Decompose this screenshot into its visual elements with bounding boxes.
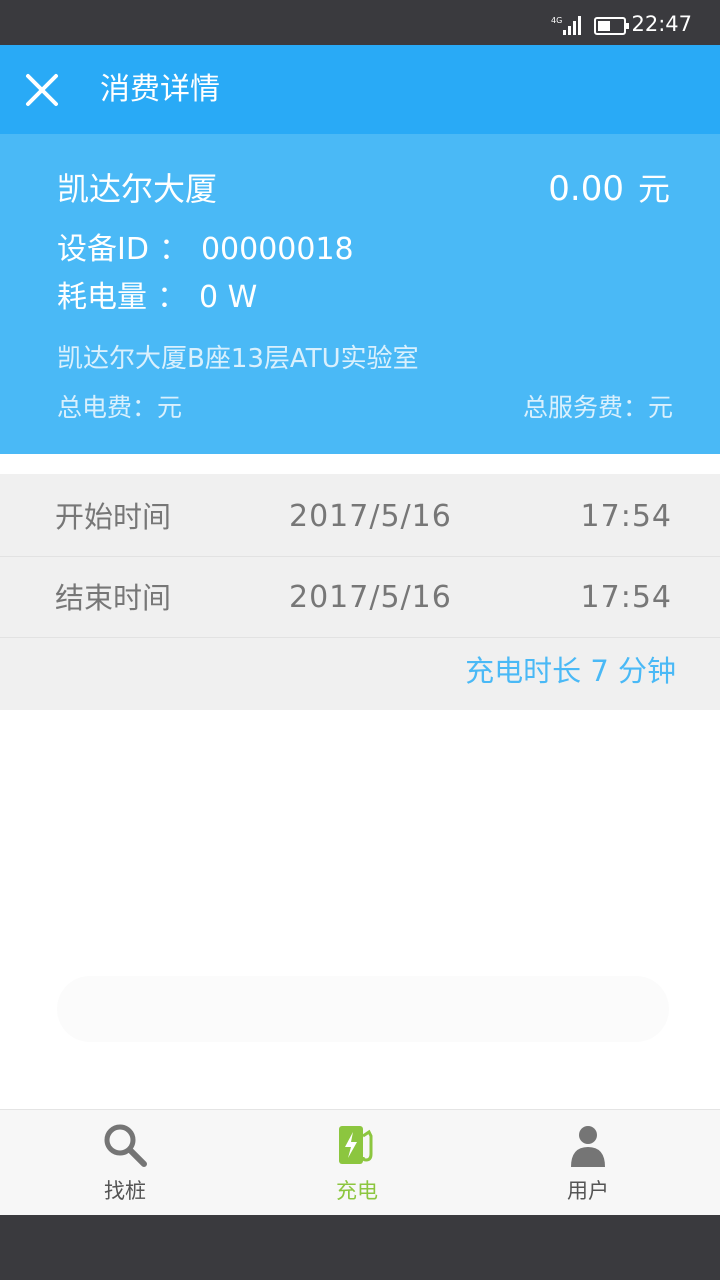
- start-time-row: 开始时间 2017/5/16 17:54: [0, 476, 720, 557]
- status-bar: 4G 22:47: [0, 0, 720, 45]
- power-value: 0 W: [199, 280, 258, 315]
- amount-value: 0.00: [548, 169, 624, 209]
- power-separator: ：: [157, 280, 187, 315]
- system-navigation-bar: [0, 1215, 720, 1280]
- station-name: 凯达尔大厦: [57, 170, 218, 208]
- total-service-fee: 总服务费：元: [522, 393, 673, 422]
- device-id-separator: ：: [158, 232, 189, 267]
- tab-label: 找桩: [104, 1179, 146, 1203]
- start-time: 17:54: [580, 499, 672, 534]
- tab-label: 用户: [567, 1179, 609, 1203]
- power-label: 耗电量: [57, 280, 147, 315]
- charging-station-icon: [334, 1122, 380, 1168]
- amount: 0.00 元: [548, 168, 670, 210]
- power-consumption-row: 耗电量 ： 0 W: [57, 280, 257, 316]
- tab-find-station[interactable]: 找桩: [5, 1110, 245, 1216]
- page-title: 消费详情: [100, 72, 220, 107]
- station-address: 凯达尔大厦B座13层ATU实验室: [57, 344, 419, 374]
- tab-charging[interactable]: 充电: [237, 1110, 477, 1216]
- search-icon: [102, 1122, 148, 1168]
- user-icon: [565, 1122, 611, 1168]
- charging-duration: 充电时长 7 分钟: [465, 654, 676, 688]
- battery-icon: [594, 17, 630, 39]
- app-bar: 消费详情: [0, 45, 720, 134]
- end-time: 17:54: [580, 580, 672, 615]
- end-time-label: 结束时间: [55, 581, 172, 615]
- faded-action-area: [57, 976, 669, 1042]
- cellular-signal-icon: 4G: [551, 15, 583, 39]
- device-id-row: 设备ID ： 00000018: [57, 232, 354, 268]
- charging-times: 开始时间 2017/5/16 17:54 结束时间 2017/5/16 17:5…: [0, 474, 720, 710]
- close-icon[interactable]: [22, 70, 62, 110]
- tab-user[interactable]: 用户: [468, 1110, 708, 1216]
- status-time: 22:47: [631, 12, 692, 36]
- bottom-tab-bar: 找桩 充电 用户: [0, 1109, 720, 1216]
- start-time-label: 开始时间: [55, 500, 172, 534]
- tab-label: 充电: [336, 1179, 378, 1203]
- device-id-label: 设备ID: [57, 232, 149, 267]
- end-time-row: 结束时间 2017/5/16 17:54: [0, 557, 720, 638]
- consumption-summary: 凯达尔大厦 0.00 元 设备ID： 00000018 耗电量： 0 W 凯达尔大厦B…: [0, 134, 720, 454]
- amount-unit: 元: [637, 170, 670, 208]
- network-type-label: 4G: [551, 16, 562, 25]
- end-date: 2017/5/16: [289, 580, 452, 615]
- start-date: 2017/5/16: [289, 499, 452, 534]
- device-id-value: 00000018: [200, 232, 354, 267]
- total-electric-fee: 总电费：元: [57, 393, 183, 422]
